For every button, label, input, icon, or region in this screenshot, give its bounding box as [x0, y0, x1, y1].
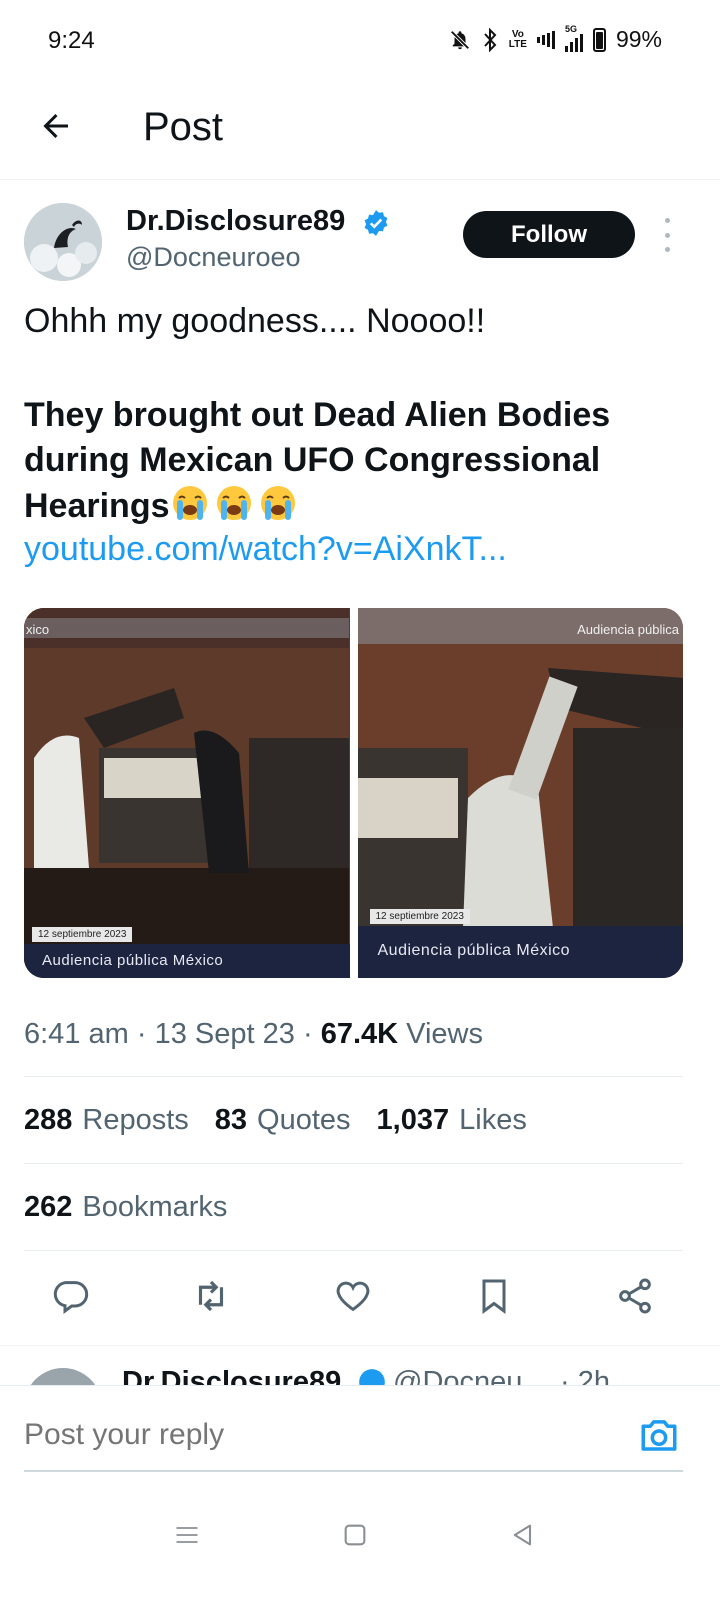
reposts-count: 288: [24, 1104, 73, 1136]
like-button[interactable]: [331, 1274, 375, 1318]
quotes-label: Quotes: [257, 1104, 351, 1136]
like-icon: [336, 1281, 370, 1312]
bookmarks-label: Bookmarks: [82, 1191, 228, 1223]
post-metadata: 6:41 am · 13 Sept 23 · 67.4K Views: [24, 1018, 483, 1051]
crying-face-emoji-icon: [216, 486, 251, 520]
reply-button[interactable]: [48, 1274, 92, 1318]
network-label: 5G: [564, 23, 577, 34]
post-text-body: They brought out Dead Alien Bodies durin…: [24, 393, 684, 529]
top-app-bar: Post: [0, 84, 720, 180]
bookmark-icon: [482, 1279, 506, 1314]
nav-back-button[interactable]: [498, 1510, 548, 1560]
system-navigation-bar: [0, 1500, 720, 1600]
avatar[interactable]: [24, 203, 102, 281]
share-button[interactable]: [613, 1274, 657, 1318]
recents-button[interactable]: [162, 1510, 212, 1560]
battery-icon: [592, 27, 606, 52]
media-top-label: xico: [26, 622, 50, 637]
reply-list-item[interactable]: Dr.Disclosure89 @Docneu... · 2h: [0, 1345, 720, 1385]
divider: [24, 1250, 683, 1251]
bookmarks-count: 262: [24, 1191, 73, 1223]
5g-signal-icon: 5G: [564, 24, 583, 52]
post-date: 13 Sept 23: [154, 1018, 295, 1050]
media-caption: Audiencia pública México: [24, 944, 350, 978]
bookmark-button[interactable]: [472, 1274, 516, 1318]
verified-badge-icon: [359, 1369, 385, 1385]
camera-icon[interactable]: [638, 1414, 680, 1456]
action-bar: [0, 1274, 720, 1324]
crying-face-emoji-icon: [260, 486, 295, 520]
crying-face-emoji-icon: [172, 486, 207, 520]
share-icon: [619, 1278, 651, 1314]
likes-label: Likes: [459, 1104, 527, 1136]
reposts-label: Reposts: [82, 1104, 189, 1136]
views-count: 67.4K: [320, 1018, 399, 1050]
media-caption: Audiencia pública México: [357, 926, 683, 978]
divider: [24, 1163, 683, 1164]
bookmarks-stat[interactable]: 262 Bookmarks: [24, 1191, 227, 1224]
meta-separator: ·: [302, 1018, 313, 1050]
triangle-back-icon: [513, 1524, 532, 1546]
views-label: Views: [406, 1018, 483, 1050]
post-time: 6:41 am: [24, 1018, 129, 1050]
verified-badge-icon: [364, 210, 388, 236]
meta-separator: ·: [136, 1018, 147, 1050]
media-date-tag: 12 septiembre 2023: [369, 909, 470, 924]
divider: [24, 1076, 683, 1077]
battery-percent: 99%: [615, 26, 662, 52]
reply-icon: [53, 1281, 89, 1314]
reply-input-underline: [24, 1470, 683, 1472]
media-image-1[interactable]: xico 12 septiembre 2023 Audiencia públic…: [24, 608, 350, 978]
volte-icon: Vo LTE: [508, 28, 527, 50]
home-button[interactable]: [330, 1510, 380, 1560]
bluetooth-icon: [481, 27, 499, 52]
signal-icon: [536, 30, 555, 49]
author-handle[interactable]: @Docneuroeo: [126, 242, 301, 273]
media-top-label: Audiencia pública: [577, 622, 679, 637]
status-bar: 9:24 Vo LTE 5G 99%: [0, 0, 720, 84]
arrow-left-icon: [43, 114, 68, 138]
repost-icon: [198, 1280, 224, 1312]
follow-button[interactable]: Follow: [463, 211, 635, 258]
reply-author-name: Dr.Disclosure89: [122, 1366, 342, 1385]
likes-count: 1,037: [376, 1104, 450, 1136]
reposts-stat[interactable]: 288 Reposts: [24, 1104, 189, 1137]
reply-author-handle: @Docneu...: [393, 1366, 547, 1385]
author-name[interactable]: Dr.Disclosure89: [126, 205, 345, 238]
status-icons: Vo LTE 5G 99%: [449, 24, 662, 53]
menu-icon: [176, 1527, 198, 1543]
bell-off-icon: [449, 29, 471, 51]
quotes-stat[interactable]: 83 Quotes: [215, 1104, 351, 1137]
media-image-2[interactable]: Audiencia pública 12 septiembre 2023 Aud…: [357, 608, 683, 978]
reply-time: · 2h: [560, 1366, 610, 1385]
likes-stat[interactable]: 1,037 Likes: [377, 1104, 527, 1137]
media-gallery: xico 12 septiembre 2023 Audiencia públic…: [24, 608, 683, 978]
more-options-icon[interactable]: [660, 218, 674, 252]
back-button[interactable]: [34, 104, 78, 148]
engagement-stats: 288 Reposts 83 Quotes 1,037 Likes: [24, 1104, 553, 1137]
repost-button[interactable]: [189, 1274, 233, 1318]
post-text-line1: Ohhh my goodness.... Noooo!!: [24, 302, 486, 340]
media-date-tag: 12 septiembre 2023: [32, 927, 133, 942]
avatar[interactable]: [24, 1368, 102, 1385]
status-time: 9:24: [48, 27, 95, 54]
reply-composer: [0, 1385, 720, 1500]
square-icon: [344, 1524, 366, 1546]
reply-input[interactable]: [24, 1418, 584, 1452]
quotes-count: 83: [214, 1104, 248, 1136]
page-title: Post: [143, 105, 224, 149]
post-text-body-content: They brought out Dead Alien Bodies durin…: [24, 396, 611, 525]
post-link[interactable]: youtube.com/watch?v=AiXnkT...: [24, 530, 507, 569]
